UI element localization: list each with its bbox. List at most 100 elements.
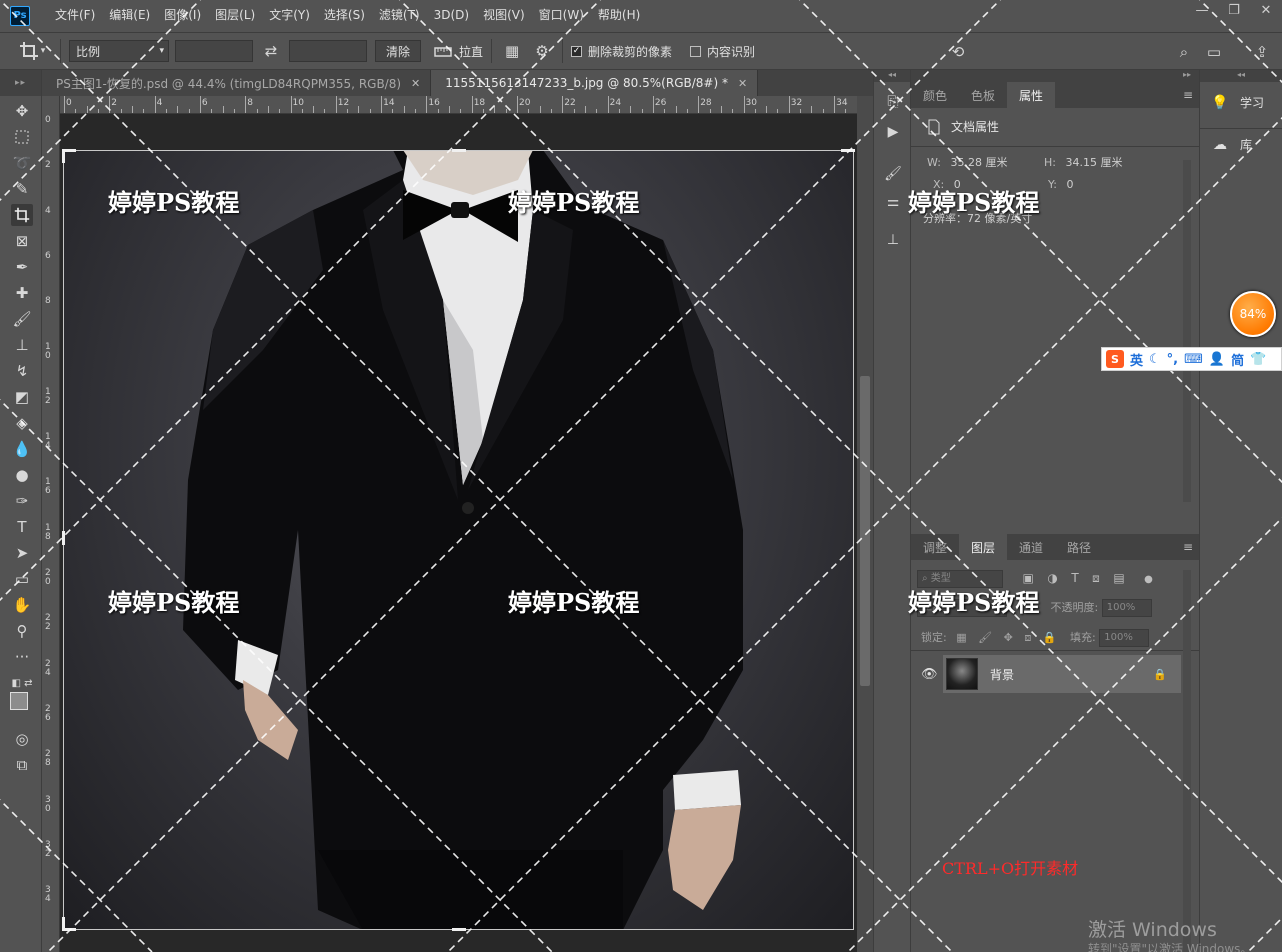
lock-position-icon[interactable]: ✥ xyxy=(1004,631,1013,644)
crop-frame[interactable] xyxy=(62,149,855,931)
dodge-tool-icon[interactable]: ● xyxy=(11,464,33,486)
crop-handle-top-right[interactable] xyxy=(841,149,855,152)
layers-scrollbar[interactable] xyxy=(1183,570,1191,952)
canvas-scrollbar-thumb[interactable] xyxy=(860,376,870,686)
gear-icon[interactable]: ⚙ xyxy=(530,39,554,63)
moon-icon[interactable]: ☾ xyxy=(1149,352,1161,367)
menu-file[interactable]: 文件(F) xyxy=(48,0,102,31)
clone-stamp-tool-icon[interactable]: ⊥ xyxy=(11,334,33,356)
quick-mask-icon[interactable]: ◎ xyxy=(11,728,33,750)
menu-view[interactable]: 视图(V) xyxy=(476,0,532,31)
actions-play-icon[interactable]: ▶ xyxy=(883,122,903,142)
canvas-area[interactable] xyxy=(60,114,857,952)
menu-window[interactable]: 窗口(W) xyxy=(532,0,591,31)
zoom-tool-icon[interactable]: ⚲ xyxy=(11,620,33,642)
lock-all-icon[interactable]: 🔒 xyxy=(1043,631,1057,644)
menu-layer[interactable]: 图层(L) xyxy=(208,0,262,31)
x-value[interactable]: 0 xyxy=(954,178,961,191)
close-button[interactable]: ✕ xyxy=(1250,0,1282,20)
eyedropper-tool-icon[interactable]: ✒ xyxy=(11,256,33,278)
tab-layers[interactable]: 图层 xyxy=(959,534,1008,560)
brush-settings-icon[interactable]: 🖌 xyxy=(883,164,903,184)
filter-adjustment-icon[interactable]: ◑ xyxy=(1047,571,1057,585)
learn-panel-button[interactable]: 💡 学习 xyxy=(1210,94,1264,111)
close-icon[interactable]: ✕ xyxy=(738,77,747,90)
workspace-icon[interactable]: ▭ xyxy=(1202,40,1226,64)
filter-toggle-icon[interactable]: ● xyxy=(1144,574,1153,585)
filter-shape-icon[interactable]: ⧈ xyxy=(1092,571,1100,585)
eye-icon[interactable]: 👁 xyxy=(921,667,938,682)
path-selection-tool-icon[interactable]: ➤ xyxy=(11,542,33,564)
layer-row-background[interactable]: 背景 🔒 xyxy=(943,655,1181,693)
more-tools-icon[interactable]: ··· xyxy=(11,646,33,668)
tab-color[interactable]: 颜色 xyxy=(911,82,959,108)
menu-filter[interactable]: 滤镜(T) xyxy=(372,0,427,31)
menu-select[interactable]: 选择(S) xyxy=(317,0,372,31)
horizontal-ruler[interactable]: 0 2 4 6 8 10 12 14 16 18 20 22 24 26 28 30 32 34 xyxy=(60,96,873,114)
content-aware-checkbox[interactable] xyxy=(690,45,702,57)
crop-handle-left[interactable] xyxy=(62,531,65,545)
width-value[interactable]: 35.28 厘米 xyxy=(950,156,1007,169)
crop-handle-bottom[interactable] xyxy=(452,928,466,931)
filter-type-icon[interactable]: T xyxy=(1071,571,1078,585)
ratio-height-input[interactable] xyxy=(289,40,367,62)
tab-document-2[interactable]: 1155115613147233_b.jpg @ 80.5%(RGB/8#) *… xyxy=(431,70,759,96)
straighten-label[interactable]: 拉直 xyxy=(459,43,483,60)
opacity-input[interactable]: 100% xyxy=(1101,599,1152,617)
strip-collapse-handle[interactable]: ◂◂ xyxy=(874,70,910,82)
hand-tool-icon[interactable]: ✋ xyxy=(11,594,33,616)
crop-handle-bottom-left-v[interactable] xyxy=(62,917,65,931)
close-icon[interactable]: ✕ xyxy=(411,77,420,90)
menu-image[interactable]: 图像(I) xyxy=(157,0,208,31)
lasso-tool-icon[interactable]: ➰ xyxy=(11,152,33,174)
user-icon[interactable]: 👤 xyxy=(1209,352,1225,367)
straighten-icon[interactable] xyxy=(431,39,455,63)
clone-source-icon[interactable]: ⊥ xyxy=(883,230,903,250)
tab-channels[interactable]: 通道 xyxy=(1007,534,1055,560)
clear-button[interactable]: 清除 xyxy=(375,40,422,62)
panel-menu-icon[interactable]: ≡ xyxy=(1183,88,1193,102)
marquee-tool-icon[interactable] xyxy=(11,126,33,148)
crop-tool-icon[interactable] xyxy=(11,204,33,226)
tab-paths[interactable]: 路径 xyxy=(1055,534,1103,560)
menu-3d[interactable]: 3D(D) xyxy=(427,0,476,31)
ime-logo-icon[interactable]: S xyxy=(1106,350,1124,368)
ime-simplified[interactable]: 简 xyxy=(1231,350,1244,369)
fill-input[interactable]: 100% xyxy=(1099,629,1150,647)
gradient-tool-icon[interactable]: ◈ xyxy=(11,412,33,434)
lock-pixels-icon[interactable]: 🖌 xyxy=(978,631,992,644)
keyboard-icon[interactable]: ⌨ xyxy=(1184,352,1203,367)
ratio-select[interactable]: 比例 ▾ xyxy=(69,40,169,62)
libraries-panel-button[interactable]: ☁ 库 xyxy=(1210,136,1252,153)
panel-menu-icon[interactable]: ≡ xyxy=(1183,540,1193,554)
search-icon[interactable]: ⌕ xyxy=(1172,40,1196,64)
vertical-ruler[interactable]: 0246810121416182022242628303234 xyxy=(42,96,60,952)
quick-selection-tool-icon[interactable]: ✎ xyxy=(11,178,33,200)
layer-filter-input[interactable]: ⌕ 类型 xyxy=(917,570,1003,588)
blur-tool-icon[interactable]: 💧 xyxy=(11,438,33,460)
y-value[interactable]: 0 xyxy=(1066,178,1073,191)
lock-transparent-icon[interactable]: ▦ xyxy=(956,631,966,644)
lock-artboard-icon[interactable]: ⧈ xyxy=(1024,631,1031,644)
height-value[interactable]: 34.15 厘米 xyxy=(1065,156,1122,169)
type-tool-icon[interactable]: T xyxy=(11,516,33,538)
tab-document-1[interactable]: PS主图1-恢复的.psd @ 44.4% (timgLD84RQPM355, … xyxy=(42,70,432,96)
rectangle-tool-icon[interactable]: ▭ xyxy=(11,568,33,590)
frame-tool-icon[interactable]: ⊠ xyxy=(11,230,33,252)
screen-mode-icon[interactable]: ⧉ xyxy=(11,754,33,776)
performance-bubble[interactable]: 84% xyxy=(1230,291,1276,337)
minimize-button[interactable]: — xyxy=(1186,0,1218,20)
adjustments-sliders-icon[interactable]: ⚌ xyxy=(883,192,903,212)
grid-overlay-icon[interactable]: ▦ xyxy=(500,39,524,63)
filter-smart-object-icon[interactable]: ▤ xyxy=(1113,571,1124,585)
canvas-scrollbar[interactable] xyxy=(857,96,873,952)
crop-tool-preset-icon[interactable]: ▾ xyxy=(12,39,52,63)
healing-brush-tool-icon[interactable]: ✚ xyxy=(11,282,33,304)
swap-icon[interactable]: ⇄ xyxy=(259,39,283,63)
default-colors-icon[interactable]: ◧ ⇄ xyxy=(11,672,33,694)
filter-image-icon[interactable]: ▣ xyxy=(1023,571,1034,585)
ime-mode[interactable]: 英 xyxy=(1130,350,1143,369)
history-panel-icon[interactable]: ⎘ xyxy=(883,92,903,112)
eraser-tool-icon[interactable]: ◩ xyxy=(11,386,33,408)
menu-edit[interactable]: 编辑(E) xyxy=(102,0,157,31)
